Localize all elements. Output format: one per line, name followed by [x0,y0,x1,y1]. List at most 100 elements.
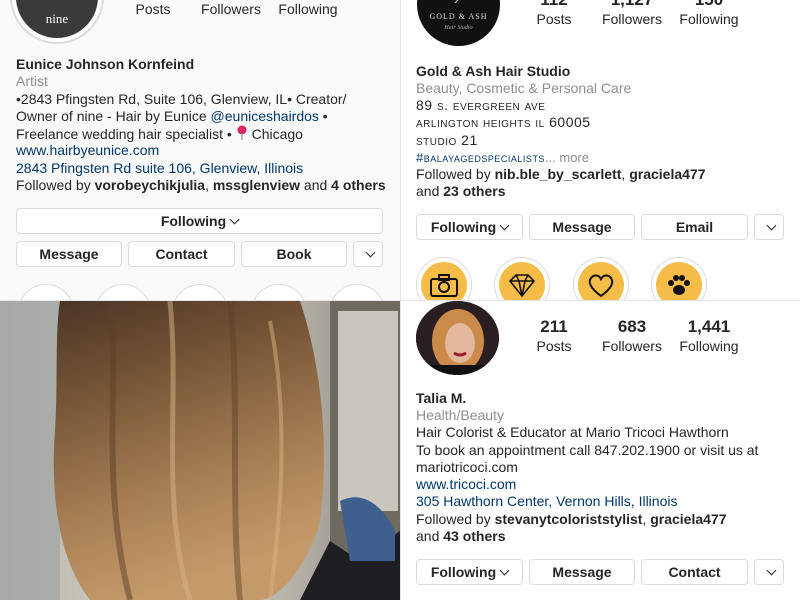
story-highlight[interactable] [172,284,228,300]
address-line: studio 21 [416,132,478,148]
message-button-label: Message [552,564,612,580]
chevron-down-icon [766,565,777,575]
following-label: Following [679,11,739,27]
hair-photo-image [0,301,400,600]
website-link[interactable]: www.tricoci.com [416,476,516,494]
others-link[interactable]: 23 others [443,183,505,199]
posts-label: Posts [135,1,171,17]
story-highlight[interactable] [651,257,707,300]
others-link[interactable]: 43 others [443,528,505,544]
followers-count: 683 [617,317,647,336]
contact-button-label: Contact [155,246,208,262]
address-link[interactable]: 305 Hawthorn Center, Vernon Hills, Illin… [416,493,677,511]
followers-stat[interactable]: 1,127 Followers [596,0,668,28]
bio-line: Hair Colorist & Educator at Mario Tricoc… [416,424,729,440]
follower-link[interactable]: graciela477 [650,511,726,527]
story-highlight[interactable] [95,284,151,300]
email-button-label: Email [675,219,714,235]
follower-link[interactable]: vorobeychikjulia [95,177,205,193]
avatar-logo-text: nine [45,11,69,26]
story-highlight[interactable] [251,284,307,300]
profile-category: Beauty, Cosmetic & Personal Care [416,80,632,96]
story-highlight[interactable] [18,284,74,300]
address-link[interactable]: 2843 Pfingsten Rd suite 106, Glenview, I… [16,160,303,178]
story-highlight[interactable] [329,284,385,300]
following-stat[interactable]: Following [275,0,341,18]
contact-button[interactable]: Contact [641,559,748,585]
book-button-label: Book [276,246,312,262]
follower-link[interactable]: graciela477 [629,166,705,182]
more-options-button[interactable] [754,214,784,240]
others-link[interactable]: 4 others [331,177,385,193]
contact-button[interactable]: Contact [128,241,235,267]
bio-line: Freelance wedding hair specialist • Chic… [16,125,303,144]
bio-line: •2843 Pfingsten Rd, Suite 106, Glenview,… [16,91,346,109]
message-button[interactable]: Message [16,241,122,267]
followed-by: Followed by stevanytcoloriststylist, gra… [416,511,727,529]
following-count: 1,441 [687,317,731,336]
followed-by: Followed by vorobeychikjulia, mssglenvie… [16,177,386,195]
profile-avatar[interactable] [416,301,499,375]
bio-text: Freelance wedding hair specialist • [16,126,232,142]
message-button[interactable]: Message [529,214,635,240]
profile-category: Health/Beauty [416,407,504,423]
hashtag-link[interactable]: #balayagedspecialists [416,150,545,165]
following-label: Following [679,338,739,354]
contact-button-label: Contact [668,564,721,580]
followed-and: and [300,177,332,193]
message-button-label: Message [552,219,612,235]
more-link[interactable]: ... more [545,150,589,165]
bio-mention-link[interactable]: @euniceshairdos [211,108,319,124]
follower-link[interactable]: stevanytcoloriststylist [495,511,643,527]
posts-label: Posts [536,338,572,354]
followers-stat[interactable]: 683 Followers [596,317,668,355]
profile-panel-talia: 211 Posts 683 Followers 1,441 Following … [401,301,800,600]
story-highlight[interactable] [573,257,629,300]
website-link[interactable]: www.hairbyeunice.com [16,142,159,160]
address-line: 89 s. evergreen ave [416,97,546,113]
following-button[interactable]: Following [16,208,383,234]
following-label: Following [278,1,338,17]
followers-stat[interactable]: Followers [196,0,266,18]
profile-category: Artist [16,73,48,89]
address-line: arlington heights il 60005 [416,114,591,130]
story-highlight[interactable] [494,257,550,300]
followed-and: and [416,528,444,544]
followers-label: Followers [602,11,662,27]
email-button[interactable]: Email [641,214,748,240]
more-options-button[interactable] [353,241,383,267]
chevron-down-icon [766,220,777,230]
posts-stat[interactable]: 211 Posts [528,317,580,355]
posts-stat[interactable]: Posts [128,0,178,18]
following-stat[interactable]: 150 Following [675,0,743,28]
bio-line: Owner of nine - Hair by Eunice @eunicesh… [16,108,328,126]
book-button[interactable]: Book [241,241,347,267]
posts-count: 211 [540,317,568,336]
followers-count: 1,127 [596,0,668,10]
posts-stat[interactable]: 112 Posts [528,0,580,28]
profile-panel-eunice: nine Posts Followers Following Eunice Jo… [0,0,400,300]
message-button[interactable]: Message [529,559,635,585]
profile-panel-gold-ash: GOLD & ASH Hair Studio 112 Posts 1,127 F… [401,0,800,300]
following-button[interactable]: Following [416,559,523,585]
chevron-down-icon [229,214,240,224]
following-button-label: Following [430,219,497,235]
following-button-label: Following [430,564,497,580]
followed-sep: , [205,177,213,193]
profile-avatar[interactable]: nine [10,0,104,44]
hair-photo [0,301,400,600]
avatar-logo-text: GOLD & ASH [429,12,488,21]
story-highlight[interactable] [416,257,472,300]
following-button[interactable]: Following [416,214,523,240]
profile-avatar[interactable]: GOLD & ASH Hair Studio [417,0,500,46]
message-button-label: Message [39,246,99,262]
chevron-down-icon [499,565,510,575]
followed-by-prefix: Followed by [416,511,495,527]
more-options-button[interactable] [754,559,784,585]
follower-link[interactable]: mssglenview [213,177,300,193]
followed-by-cont: and 23 others [416,183,506,201]
following-stat[interactable]: 1,441 Following [675,317,743,355]
location-pin-icon [237,125,247,140]
follower-link[interactable]: nib.ble_by_scarlett [495,166,622,182]
avatar-logo-subtext: Hair Studio [444,25,473,31]
